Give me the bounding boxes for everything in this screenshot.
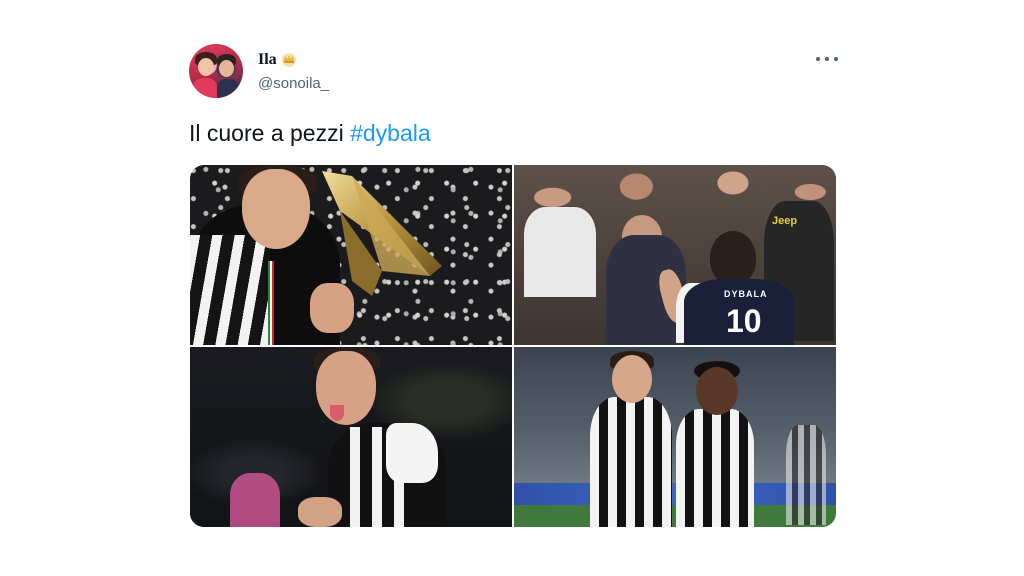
- jersey-name: DYBALA: [724, 289, 768, 299]
- media-photo-4[interactable]: [514, 347, 836, 527]
- author-display-name[interactable]: Ila: [258, 51, 277, 69]
- media-photo-1[interactable]: [190, 165, 512, 345]
- player-head: [612, 355, 652, 403]
- author-handle[interactable]: @sonoila_: [258, 75, 329, 92]
- hashtag-link[interactable]: #dybala: [350, 120, 431, 146]
- player-head: [242, 169, 310, 249]
- jersey-number: 10: [726, 303, 762, 339]
- tweet-text: Il cuore a pezzi #dybala: [189, 120, 431, 147]
- media-photo-3[interactable]: [190, 347, 512, 527]
- media-grid: Jeep DYBALA 10: [190, 165, 836, 527]
- tricolor-ribbon: [268, 261, 274, 345]
- crown-icon: [282, 53, 296, 67]
- player-head: [696, 367, 738, 415]
- trophy-icon: [322, 171, 442, 296]
- media-photo-2[interactable]: Jeep DYBALA 10: [514, 165, 836, 345]
- tweet-text-body: Il cuore a pezzi: [189, 120, 351, 146]
- shirt-sponsor: Jeep: [772, 215, 798, 227]
- tweet-card: Ila @sonoila_ Il cuore a pezzi #dybala J…: [0, 0, 1024, 576]
- player-head: [316, 351, 376, 425]
- more-options-icon[interactable]: [816, 54, 838, 64]
- avatar[interactable]: [189, 44, 243, 98]
